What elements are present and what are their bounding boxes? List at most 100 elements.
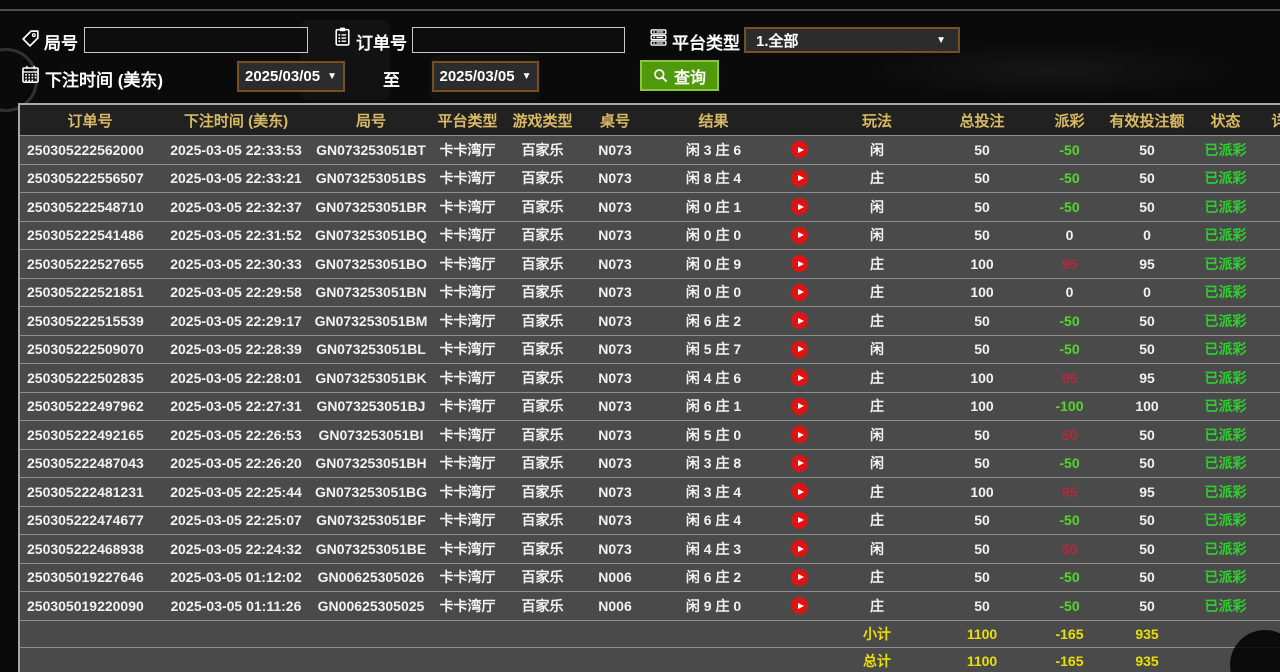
game-type-cell: 百家乐 (505, 507, 580, 535)
bet-side-cell: 闲 (822, 222, 932, 250)
result-cell: 闲 5 庄 7 (650, 336, 777, 364)
subtotal-row-bet-time (160, 621, 312, 647)
total-bet-cell: 50 (932, 222, 1032, 250)
game-no-input[interactable] (84, 27, 308, 53)
search-button[interactable]: 查询 (640, 60, 719, 91)
column-header-game-no: 局号 (312, 105, 430, 135)
platform-type-cell: 卡卡湾厅 (430, 535, 505, 563)
game-no-label: 局号 (44, 29, 78, 54)
bet-side-cell: 庄 (822, 307, 932, 335)
replay-button[interactable] (791, 597, 808, 614)
payout-cell: 95 (1032, 364, 1107, 392)
date-to-select[interactable]: 2025/03/05 ▼ (432, 61, 539, 92)
bet-time-cell: 2025-03-05 22:25:07 (160, 507, 312, 535)
game-no-cell: GN00625305026 (312, 564, 430, 592)
bet-time-cell: 2025-03-05 22:28:01 (160, 364, 312, 392)
play-icon (798, 489, 804, 495)
replay-button[interactable] (791, 312, 808, 329)
game-no-cell: GN073253051BH (312, 450, 430, 478)
detail-cell (1264, 193, 1280, 221)
play-cell (777, 193, 822, 221)
subtotal-row-game-type (505, 621, 580, 647)
column-header-bet-side: 玩法 (822, 105, 932, 135)
game-type-cell: 百家乐 (505, 222, 580, 250)
replay-button[interactable] (791, 512, 808, 529)
order-no-cell: 250305222492165 (20, 421, 160, 449)
grand-total-row-table-no (580, 648, 650, 672)
replay-button[interactable] (791, 284, 808, 301)
replay-button[interactable] (791, 341, 808, 358)
bet-side-cell: 闲 (822, 421, 932, 449)
payout-cell: 50 (1032, 535, 1107, 563)
table-row: 2503052225155392025-03-05 22:29:17GN0732… (20, 306, 1280, 335)
total-bet-cell: 100 (932, 279, 1032, 307)
platform-type-cell: 卡卡湾厅 (430, 507, 505, 535)
subtotal-row-valid-bet: 935 (1107, 621, 1187, 647)
replay-button[interactable] (791, 455, 808, 472)
game-no-cell: GN073253051BT (312, 136, 430, 164)
calendar-icon (20, 64, 41, 85)
replay-button[interactable] (791, 369, 808, 386)
subtotal-row: 小计1100-165935 (20, 620, 1280, 647)
bet-side-cell: 庄 (822, 165, 932, 193)
table-row: 2503052225090702025-03-05 22:28:39GN0732… (20, 335, 1280, 364)
grand-total-row-game-no (312, 648, 430, 672)
table-row: 2503052225565072025-03-05 22:33:21GN0732… (20, 164, 1280, 193)
table-body: 2503052225620002025-03-05 22:33:53GN0732… (20, 135, 1280, 672)
payout-cell: -50 (1032, 592, 1107, 620)
detail-cell (1264, 564, 1280, 592)
subtotal-row-table-no (580, 621, 650, 647)
replay-button[interactable] (791, 227, 808, 244)
replay-button[interactable] (791, 483, 808, 500)
game-no-cell: GN073253051BS (312, 165, 430, 193)
replay-button[interactable] (791, 398, 808, 415)
status-cell: 已派彩 (1187, 336, 1264, 364)
valid-bet-cell: 50 (1107, 564, 1187, 592)
total-bet-cell: 50 (932, 336, 1032, 364)
table-no-cell: N073 (580, 250, 650, 278)
table-no-cell: N006 (580, 592, 650, 620)
replay-button[interactable] (791, 540, 808, 557)
table-no-cell: N073 (580, 507, 650, 535)
order-no-input[interactable] (412, 27, 625, 53)
date-to-value: 2025/03/05 (440, 68, 515, 85)
status-cell: 已派彩 (1187, 222, 1264, 250)
result-cell: 闲 5 庄 0 (650, 421, 777, 449)
table-header-row: 订单号下注时间 (美东)局号平台类型游戏类型桌号结果玩法总投注派彩有效投注额状态… (20, 105, 1280, 135)
table-no-cell: N073 (580, 165, 650, 193)
replay-button[interactable] (791, 255, 808, 272)
platform-type-cell: 卡卡湾厅 (430, 564, 505, 592)
platform-type-cell: 卡卡湾厅 (430, 450, 505, 478)
to-label: 至 (383, 66, 400, 91)
platform-type-cell: 卡卡湾厅 (430, 364, 505, 392)
order-no-cell: 250305222521851 (20, 279, 160, 307)
replay-button[interactable] (791, 569, 808, 586)
platform-select[interactable]: 1.全部 ▼ (744, 27, 960, 53)
table-no-cell: N073 (580, 193, 650, 221)
replay-button[interactable] (791, 198, 808, 215)
valid-bet-cell: 0 (1107, 279, 1187, 307)
replay-button[interactable] (791, 426, 808, 443)
replay-button[interactable] (791, 141, 808, 158)
bet-time-cell: 2025-03-05 22:25:44 (160, 478, 312, 506)
result-cell: 闲 3 庄 4 (650, 478, 777, 506)
payout-cell: -100 (1032, 393, 1107, 421)
game-no-cell: GN073253051BO (312, 250, 430, 278)
game-no-cell: GN073253051BF (312, 507, 430, 535)
grand-total-row-platform-type (430, 648, 505, 672)
game-type-cell: 百家乐 (505, 421, 580, 449)
grand-total-row-bet-side: 总计 (822, 648, 932, 672)
bet-time-cell: 2025-03-05 22:29:17 (160, 307, 312, 335)
column-header-status: 状态 (1187, 105, 1264, 135)
game-type-cell: 百家乐 (505, 564, 580, 592)
result-cell: 闲 4 庄 6 (650, 364, 777, 392)
payout-cell: 0 (1032, 222, 1107, 250)
order-no-cell: 250305222509070 (20, 336, 160, 364)
table-row: 2503052225276552025-03-05 22:30:33GN0732… (20, 249, 1280, 278)
game-no-cell: GN073253051BG (312, 478, 430, 506)
detail-cell (1264, 250, 1280, 278)
date-from-select[interactable]: 2025/03/05 ▼ (237, 61, 345, 92)
status-cell: 已派彩 (1187, 364, 1264, 392)
status-cell: 已派彩 (1187, 421, 1264, 449)
replay-button[interactable] (791, 170, 808, 187)
